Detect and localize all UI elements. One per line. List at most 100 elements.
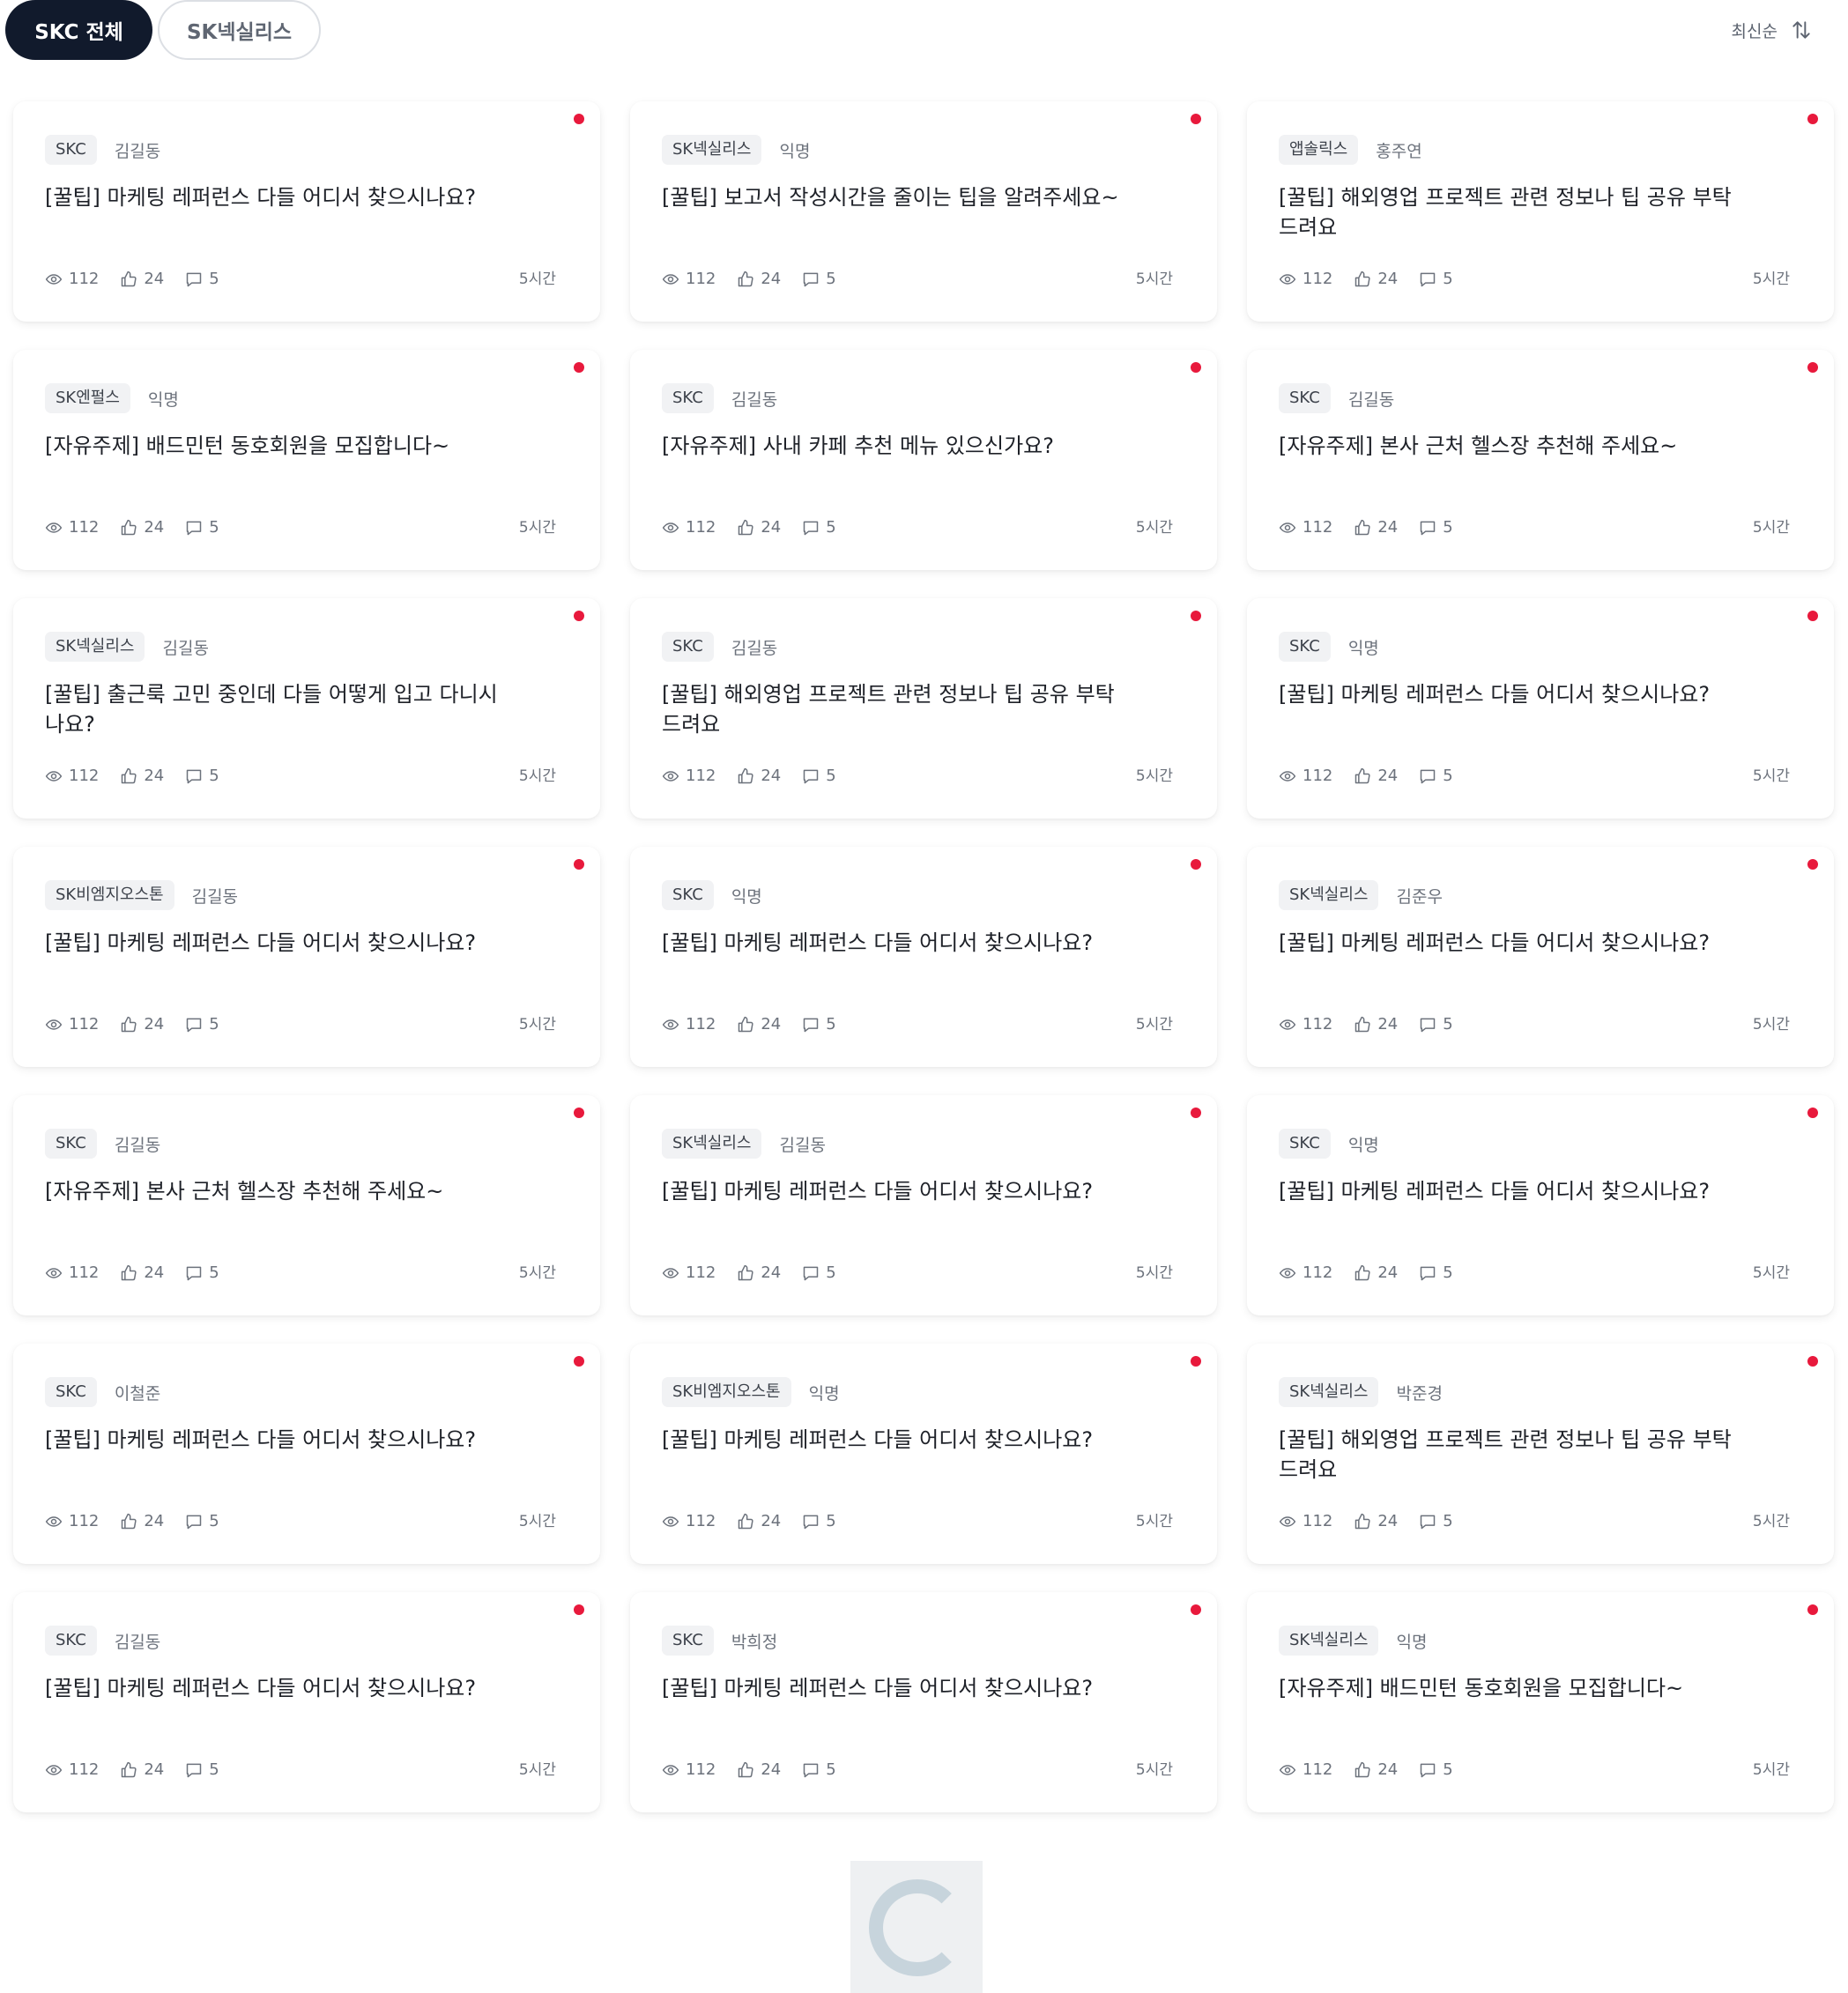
new-indicator-dot bbox=[574, 114, 584, 124]
post-title: [꿀팁] 마케팅 레퍼런스 다들 어디서 찾으시나요? bbox=[662, 1427, 1094, 1452]
post-title: [꿀팁] 마케팅 레퍼런스 다들 어디서 찾으시나요? bbox=[662, 1676, 1094, 1700]
post-time: 5시간 bbox=[1135, 1513, 1173, 1530]
comment-icon bbox=[1421, 1266, 1436, 1280]
new-indicator-dot bbox=[1807, 859, 1818, 870]
likes-count: 24 bbox=[144, 1512, 165, 1530]
post-stats: 112 24 5 bbox=[662, 1263, 836, 1282]
post-card[interactable]: SK비엠지오스톤 익명 [꿀팁] 마케팅 레퍼런스 다들 어디서 찾으시나요? … bbox=[630, 1344, 1217, 1564]
post-meta: SKC 익명 bbox=[1279, 1129, 1379, 1159]
post-card[interactable]: SKC 익명 [꿀팁] 마케팅 레퍼런스 다들 어디서 찾으시나요? 112 2… bbox=[1247, 1095, 1834, 1315]
eye-icon bbox=[662, 522, 679, 533]
comments-count: 5 bbox=[1443, 767, 1453, 785]
company-badge: SKC bbox=[1279, 1129, 1331, 1159]
post-meta: SK넥실리스 김길동 bbox=[45, 632, 209, 662]
post-card[interactable]: SKC 김길동 [자유주제] 본사 근처 헬스장 추천해 주세요~ 112 24… bbox=[1247, 350, 1834, 570]
views-count: 112 bbox=[1303, 518, 1333, 537]
likes-count: 24 bbox=[1377, 1015, 1399, 1034]
views-count: 112 bbox=[686, 767, 716, 785]
views-count: 112 bbox=[686, 1263, 716, 1282]
likes-count: 24 bbox=[761, 1263, 782, 1282]
tab-sk-nexilis[interactable]: SK넥실리스 bbox=[158, 0, 321, 60]
post-meta: SK넥실리스 익명 bbox=[662, 135, 810, 165]
post-stats: 112 24 5 bbox=[45, 767, 219, 785]
likes-stat: 24 bbox=[120, 1263, 164, 1282]
post-card[interactable]: SKC 김길동 [꿀팁] 해외영업 프로젝트 관련 정보나 팁 공유 부탁드려요… bbox=[630, 598, 1217, 819]
views-stat: 112 bbox=[662, 1263, 716, 1282]
comments-count: 5 bbox=[826, 1760, 836, 1779]
views-count: 112 bbox=[69, 767, 100, 785]
likes-count: 24 bbox=[761, 1512, 782, 1530]
post-card[interactable]: SKC 김길동 [꿀팁] 마케팅 레퍼런스 다들 어디서 찾으시나요? 112 … bbox=[13, 101, 600, 322]
eye-icon bbox=[45, 770, 63, 782]
views-count: 112 bbox=[686, 1015, 716, 1034]
views-count: 112 bbox=[1303, 270, 1333, 288]
likes-count: 24 bbox=[144, 1760, 165, 1779]
post-card[interactable]: SKC 익명 [꿀팁] 마케팅 레퍼런스 다들 어디서 찾으시나요? 112 2… bbox=[1247, 598, 1834, 819]
views-stat: 112 bbox=[1279, 1760, 1332, 1779]
post-card[interactable]: SK엔펄스 익명 [자유주제] 배드민턴 동호회원을 모집합니다~ 112 24… bbox=[13, 350, 600, 570]
views-stat: 112 bbox=[1279, 1263, 1332, 1282]
author-name: 익명 bbox=[1347, 1135, 1379, 1155]
comments-stat: 5 bbox=[802, 1015, 836, 1034]
post-title: [자유주제] 배드민턴 동호회원을 모집합니다~ bbox=[45, 433, 450, 458]
comments-count: 5 bbox=[1443, 1760, 1453, 1779]
post-card[interactable]: SKC 김길동 [자유주제] 본사 근처 헬스장 추천해 주세요~ 112 24… bbox=[13, 1095, 600, 1315]
new-indicator-dot bbox=[1807, 1604, 1818, 1615]
comment-icon bbox=[804, 521, 819, 535]
comments-stat: 5 bbox=[1419, 1263, 1453, 1282]
author-name: 홍주연 bbox=[1376, 141, 1422, 161]
post-card[interactable]: SK비엠지오스톤 김길동 [꿀팁] 마케팅 레퍼런스 다들 어디서 찾으시나요?… bbox=[13, 847, 600, 1067]
tab-skc-all[interactable]: SKC 전체 bbox=[5, 0, 152, 60]
post-stats: 112 24 5 bbox=[1279, 518, 1453, 537]
company-badge: 앱솔릭스 bbox=[1279, 135, 1359, 165]
sort-button[interactable]: 최신순 bbox=[1732, 16, 1813, 44]
filter-bar: SKC 전체 SK넥실리스 최신순 bbox=[0, 0, 1848, 63]
likes-count: 24 bbox=[1377, 1263, 1399, 1282]
comment-icon bbox=[804, 1018, 819, 1032]
post-card[interactable]: SK넥실리스 익명 [자유주제] 배드민턴 동호회원을 모집합니다~ 112 2… bbox=[1247, 1592, 1834, 1812]
post-title: [꿀팁] 해외영업 프로젝트 관련 정보나 팁 공유 부탁드려요 bbox=[1279, 1427, 1732, 1482]
new-indicator-dot bbox=[574, 859, 584, 870]
post-meta: SKC 김길동 bbox=[45, 1129, 160, 1159]
post-card[interactable]: SK넥실리스 익명 [꿀팁] 보고서 작성시간을 줄이는 팁을 알려주세요~ 1… bbox=[630, 101, 1217, 322]
thumbs-up-icon bbox=[738, 1761, 753, 1777]
post-time: 5시간 bbox=[1135, 767, 1173, 785]
likes-stat: 24 bbox=[737, 1512, 781, 1530]
comment-icon bbox=[187, 1266, 202, 1280]
post-meta: SKC 익명 bbox=[1279, 632, 1379, 662]
likes-count: 24 bbox=[144, 518, 165, 537]
thumbs-up-icon bbox=[738, 767, 753, 783]
post-card[interactable]: 앱솔릭스 홍주연 [꿀팁] 해외영업 프로젝트 관련 정보나 팁 공유 부탁드려… bbox=[1247, 101, 1834, 322]
post-card[interactable]: SK넥실리스 김길동 [꿀팁] 마케팅 레퍼런스 다들 어디서 찾으시나요? 1… bbox=[630, 1095, 1217, 1315]
new-indicator-dot bbox=[574, 611, 584, 621]
comments-stat: 5 bbox=[1419, 1512, 1453, 1530]
comments-count: 5 bbox=[209, 1760, 219, 1779]
post-title: [꿀팁] 마케팅 레퍼런스 다들 어디서 찾으시나요? bbox=[45, 1427, 477, 1452]
post-card[interactable]: SK넥실리스 김준우 [꿀팁] 마케팅 레퍼런스 다들 어디서 찾으시나요? 1… bbox=[1247, 847, 1834, 1067]
views-stat: 112 bbox=[1279, 1015, 1332, 1034]
post-card[interactable]: SKC 박희정 [꿀팁] 마케팅 레퍼런스 다들 어디서 찾으시나요? 112 … bbox=[630, 1592, 1217, 1812]
post-card[interactable]: SK넥실리스 박준경 [꿀팁] 해외영업 프로젝트 관련 정보나 팁 공유 부탁… bbox=[1247, 1344, 1834, 1564]
comments-stat: 5 bbox=[1419, 270, 1453, 288]
post-card[interactable]: SK넥실리스 김길동 [꿀팁] 출근룩 고민 중인데 다들 어떻게 입고 다니시… bbox=[13, 598, 600, 819]
author-name: 익명 bbox=[731, 886, 762, 907]
comment-icon bbox=[187, 769, 202, 783]
author-name: 김길동 bbox=[114, 141, 161, 161]
author-name: 익명 bbox=[147, 389, 179, 410]
post-card[interactable]: SKC 익명 [꿀팁] 마케팅 레퍼런스 다들 어디서 찾으시나요? 112 2… bbox=[630, 847, 1217, 1067]
company-badge: SK넥실리스 bbox=[662, 1129, 762, 1159]
post-card[interactable]: SKC 이철준 [꿀팁] 마케팅 레퍼런스 다들 어디서 찾으시나요? 112 … bbox=[13, 1344, 600, 1564]
views-count: 112 bbox=[1303, 1512, 1333, 1530]
views-count: 112 bbox=[69, 1760, 100, 1779]
comments-count: 5 bbox=[826, 518, 836, 537]
post-time: 5시간 bbox=[1135, 270, 1173, 288]
eye-icon bbox=[1279, 1267, 1296, 1278]
views-stat: 112 bbox=[662, 1512, 716, 1530]
post-card[interactable]: SKC 김길동 [자유주제] 사내 카페 추천 메뉴 있으신가요? 112 24… bbox=[630, 350, 1217, 570]
views-stat: 112 bbox=[662, 518, 716, 537]
post-title: [꿀팁] 해외영업 프로젝트 관련 정보나 팁 공유 부탁드려요 bbox=[662, 682, 1115, 737]
post-card[interactable]: SKC 김길동 [꿀팁] 마케팅 레퍼런스 다들 어디서 찾으시나요? 112 … bbox=[13, 1592, 600, 1812]
likes-count: 24 bbox=[1377, 767, 1399, 785]
post-meta: SK비엠지오스톤 김길동 bbox=[45, 880, 238, 910]
post-meta: SK넥실리스 박준경 bbox=[1279, 1377, 1443, 1407]
